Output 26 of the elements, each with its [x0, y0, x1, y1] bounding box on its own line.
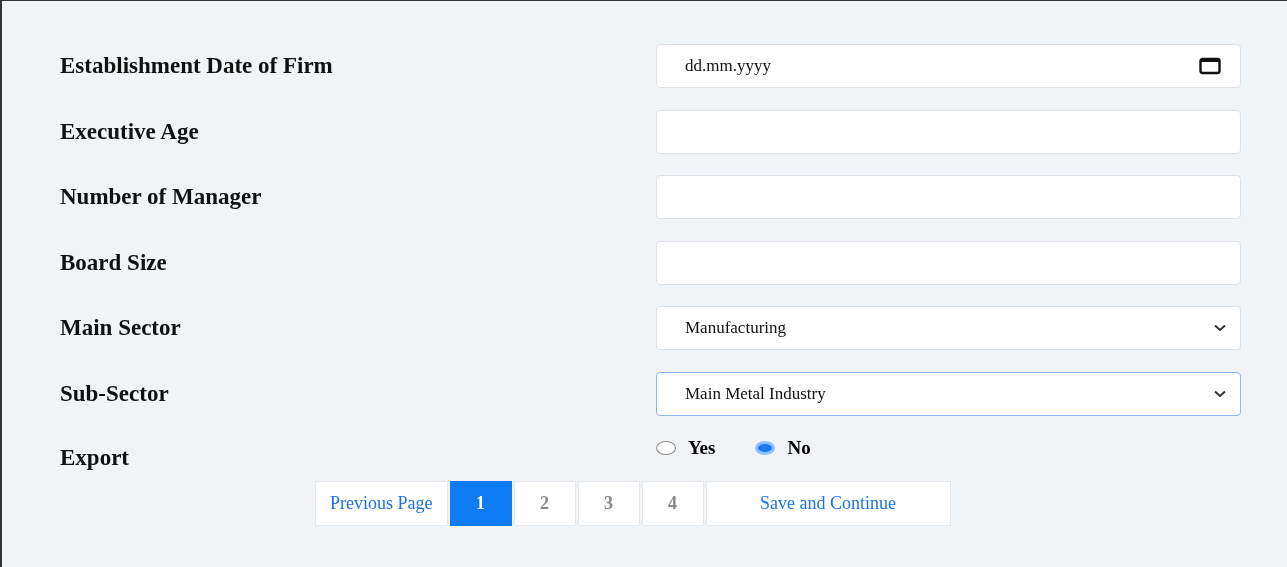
radio-button[interactable]	[755, 441, 776, 455]
calendar-icon[interactable]	[1199, 57, 1221, 75]
field-label: Establishment Date of Firm	[60, 53, 333, 79]
input-field[interactable]	[656, 240, 1241, 285]
field-label: Export	[60, 445, 129, 471]
field-label: Board Size	[60, 249, 167, 276]
field-label: Executive Age	[60, 118, 199, 145]
field-label: Sub-Sector	[60, 380, 169, 407]
field-label: Main Sector	[60, 315, 181, 341]
chevron-down-icon	[1214, 389, 1226, 398]
page-button[interactable]: 2	[513, 481, 576, 526]
chevron-down-icon	[1214, 324, 1226, 332]
page-button[interactable]: 4	[641, 481, 704, 526]
date-field[interactable]: dd.mm.yyyy	[656, 44, 1241, 88]
page-button[interactable]: 1	[449, 481, 512, 526]
input-field[interactable]	[656, 175, 1241, 219]
radio-label: Yes	[688, 437, 716, 459]
previous-page-button[interactable]: Previous Page	[315, 481, 448, 526]
radio-label: No	[787, 437, 811, 459]
radio-button[interactable]	[656, 441, 676, 455]
field-label: Number of Manager	[60, 184, 262, 210]
page-button[interactable]: 3	[577, 481, 640, 526]
input-field[interactable]	[656, 109, 1241, 154]
select-field[interactable]: Main Metal Industry	[656, 371, 1241, 416]
select-field[interactable]: Manufacturing	[656, 306, 1241, 350]
save-and-continue-button[interactable]: Save and Continue	[705, 481, 951, 526]
